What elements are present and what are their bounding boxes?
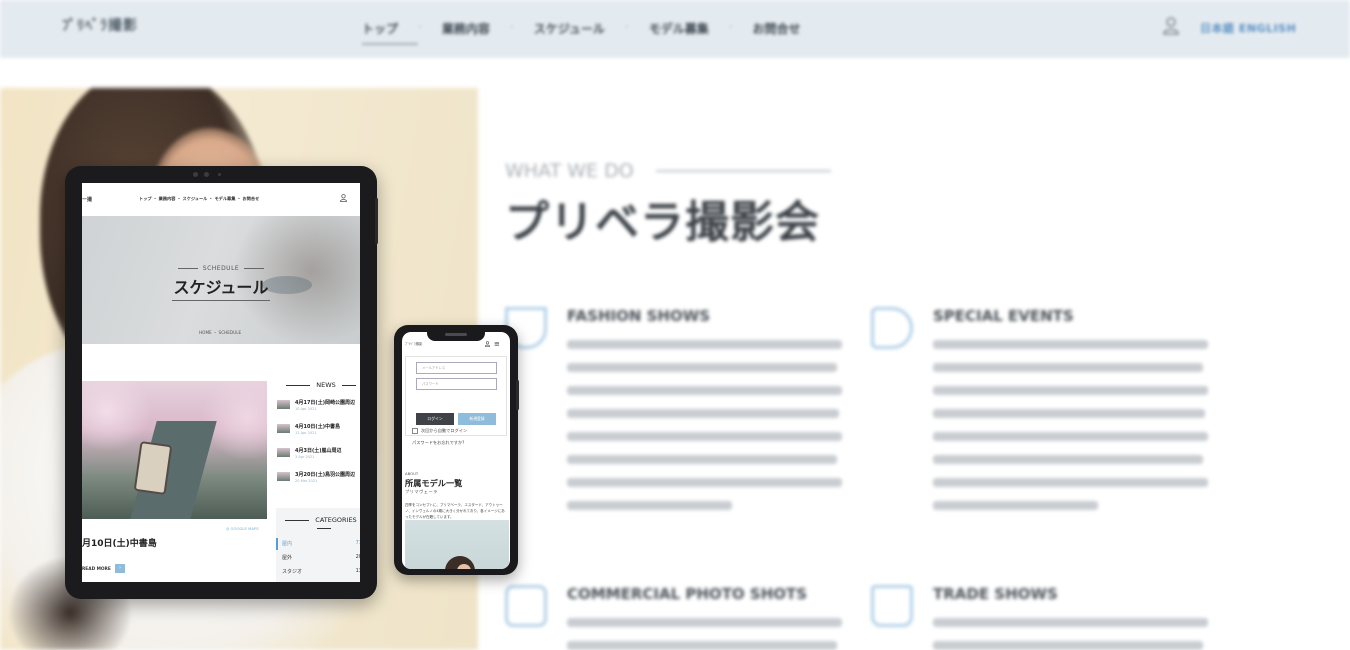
background-logo[interactable]: ﾌﾟﾘﾍﾞﾗ撮影: [62, 15, 138, 35]
background-navbar: ﾌﾟﾘﾍﾞﾗ撮影 トップ · 業務内容 · スケジュール · モデル募集 · お問合せ …: [0, 0, 1350, 58]
phone-screen: ﾌﾟﾘﾍﾞﾗ撮影 ≡ メールアドレス パスワード ログイン 新規登録 次回から自…: [402, 332, 510, 569]
model-list-description: 四季をコンセプトに、プリマベーラ、エスタード、アウトゥーノ、インヴェルノの4期に…: [405, 503, 505, 519]
password-field[interactable]: パスワード: [416, 378, 497, 390]
model-list-title: 所属モデル一覧: [405, 478, 463, 488]
megaphone-icon: [871, 307, 913, 349]
read-more-link[interactable]: READ MORE: [82, 567, 111, 572]
feature-title: TRADE SHOWS: [933, 585, 1058, 603]
remember-me-checkbox[interactable]: 次回から自動でログイン: [412, 428, 467, 434]
login-button[interactable]: ログイン: [416, 413, 454, 425]
feature-title: COMMERCIAL PHOTO SHOTS: [567, 585, 808, 603]
user-icon[interactable]: [484, 341, 491, 349]
email-field[interactable]: メールアドレス: [416, 362, 497, 374]
read-more-button[interactable]: ›: [115, 564, 125, 573]
forgot-password-link[interactable]: パスワードをお忘れですか?: [412, 440, 464, 446]
categories-heading: CATEGORIES: [277, 516, 360, 532]
checkbox-box[interactable]: [412, 428, 418, 434]
category-item[interactable]: 屋内71: [282, 540, 360, 547]
what-we-do-section: WHAT WE DO プリベラ撮影会 FASHION SHOWS SPECIAL…: [505, 160, 1265, 650]
category-item[interactable]: 屋外20: [282, 554, 360, 561]
hero-eyebrow: SCHEDULE: [82, 265, 360, 272]
nav-item-services[interactable]: 業務内容: [442, 20, 510, 45]
post-title[interactable]: 月10日(土)中書島: [82, 536, 157, 549]
nav-item-contact[interactable]: お問合せ: [753, 20, 821, 45]
phone-mockup: ﾌﾟﾘﾍﾞﾗ撮影 ≡ メールアドレス パスワード ログイン 新規登録 次回から自…: [394, 325, 519, 575]
google-maps-link[interactable]: ◎ GOOGLE MAPS: [226, 526, 259, 531]
register-button[interactable]: 新規登録: [458, 413, 496, 425]
news-thumbnail: [277, 448, 290, 457]
news-thumbnail: [277, 424, 290, 433]
hamburger-menu-icon[interactable]: ≡: [494, 340, 500, 348]
user-icon[interactable]: [1163, 17, 1179, 39]
about-eyebrow: ABOUT: [405, 471, 419, 476]
background-nav-menu: トップ · 業務内容 · スケジュール · モデル募集 · お問合せ: [362, 20, 821, 45]
bag-icon: [871, 585, 913, 627]
camera-icon: [505, 585, 547, 627]
model-photo[interactable]: [405, 520, 509, 569]
news-thumbnail: [277, 472, 290, 481]
category-item[interactable]: スタジオ13: [282, 568, 360, 575]
section-title: プリベラ撮影会: [505, 197, 820, 248]
section-eyebrow: WHAT WE DO: [505, 160, 1265, 182]
nav-item-top[interactable]: トップ: [362, 20, 419, 45]
post-thumbnail[interactable]: [82, 381, 267, 519]
news-thumbnail: [277, 400, 290, 409]
tablet-screen: ー撮 トップ ・ 業務内容 ・ スケジュール ・ モデル募集 ・ お問合せ SC…: [82, 183, 360, 582]
page-title: スケジュール: [173, 278, 269, 297]
schedule-hero: SCHEDULE スケジュール HOME ・ SCHEDULE: [82, 216, 360, 344]
nav-item-model-recruit[interactable]: モデル募集: [649, 20, 729, 45]
login-form: メールアドレス パスワード ログイン 新規登録: [405, 356, 507, 436]
feature-title: SPECIAL EVENTS: [933, 307, 1074, 325]
tablet-mockup: ー撮 トップ ・ 業務内容 ・ スケジュール ・ モデル募集 ・ お問合せ SC…: [65, 166, 378, 599]
user-icon[interactable]: [340, 194, 347, 204]
phone-logo[interactable]: ﾌﾟﾘﾍﾞﾗ撮影: [405, 342, 423, 347]
tablet-logo[interactable]: ー撮: [82, 196, 92, 203]
language-switcher[interactable]: 日本語 ENGLISH: [1200, 20, 1296, 36]
nav-item-schedule[interactable]: スケジュール: [534, 20, 625, 45]
feature-title: FASHION SHOWS: [567, 307, 711, 325]
news-heading: NEWS: [277, 381, 360, 389]
tablet-nav-menu[interactable]: トップ ・ 業務内容 ・ スケジュール ・ モデル募集 ・ お問合せ: [139, 196, 259, 202]
model-list-subtitle: プリマヴェーラ: [405, 489, 438, 494]
tablet-navbar: ー撮 トップ ・ 業務内容 ・ スケジュール ・ モデル募集 ・ お問合せ: [82, 183, 360, 216]
breadcrumb[interactable]: HOME ・ SCHEDULE: [199, 330, 241, 336]
